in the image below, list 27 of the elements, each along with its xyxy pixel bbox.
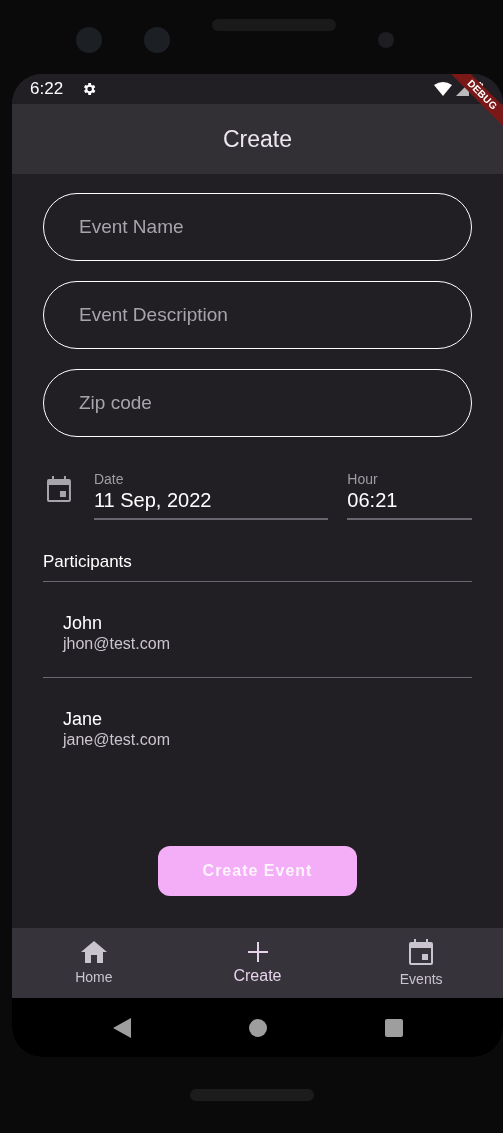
text-field[interactable]: Zip code [43, 369, 472, 437]
calendar-icon [47, 476, 71, 502]
camera-icon [76, 27, 102, 53]
app-bar-title: Create [222, 124, 292, 154]
sensor-icon [378, 32, 394, 48]
participant-name: Jane [63, 708, 104, 730]
recents-icon[interactable] [384, 1018, 403, 1037]
status-time: 6:22 [30, 78, 64, 101]
home-button-icon[interactable] [248, 1018, 267, 1037]
wifi-icon [434, 82, 452, 96]
settings-icon [81, 81, 98, 97]
plus-icon [246, 940, 269, 963]
back-icon[interactable] [112, 1017, 131, 1038]
nav-tab[interactable]: Events [339, 928, 503, 998]
camera-icon [144, 27, 170, 53]
calendar-icon [409, 938, 434, 965]
nav-tab[interactable]: Create [175, 928, 340, 998]
text-field[interactable]: Event Name [43, 193, 472, 261]
participant-email: jhon@test.com [63, 634, 171, 654]
hour-field[interactable]: Hour 06:21 [347, 470, 472, 520]
nav-tab[interactable]: Home [12, 928, 176, 998]
home-icon [80, 940, 107, 963]
participants-heading: Participants [43, 551, 472, 582]
text-field[interactable]: Event Description [43, 281, 472, 349]
date-field[interactable]: Date 11 Sep, 2022 [93, 470, 329, 520]
participant-name: John [63, 612, 104, 634]
participant-email: jane@test.com [63, 730, 171, 750]
